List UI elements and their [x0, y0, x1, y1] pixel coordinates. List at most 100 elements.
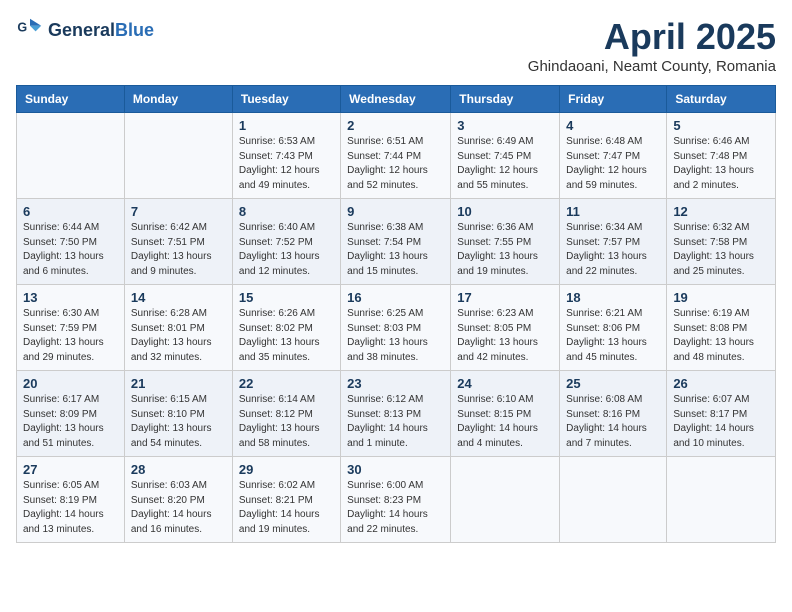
day-number: 29: [239, 462, 334, 477]
header-cell-thursday: Thursday: [451, 86, 560, 113]
day-number: 18: [566, 290, 660, 305]
day-cell: [667, 457, 776, 543]
day-cell: 3Sunrise: 6:49 AM Sunset: 7:45 PM Daylig…: [451, 113, 560, 199]
day-cell: 16Sunrise: 6:25 AM Sunset: 8:03 PM Dayli…: [341, 285, 451, 371]
day-number: 10: [457, 204, 553, 219]
day-info: Sunrise: 6:40 AM Sunset: 7:52 PM Dayligh…: [239, 221, 334, 279]
week-row-2: 6 Sunrise: 6:44 AM Sunset: 7:50 PM Daylig…: [17, 199, 776, 285]
day-number: 5: [673, 118, 769, 133]
day-cell: 7 Sunrise: 6:42 AM Sunset: 7:51 PM Daylig…: [124, 199, 232, 285]
header-cell-friday: Friday: [560, 86, 667, 113]
day-cell: 28 Sunrise: 6:03 AM Sunset: 8:20 PM Dayli…: [124, 457, 232, 543]
logo-general: General: [48, 20, 115, 40]
day-info: Sunrise: 6:23 AM Sunset: 8:05 PM Dayligh…: [457, 307, 553, 365]
day-number: 2: [347, 118, 444, 133]
day-cell: 12 Sunrise: 6:32 AM Sunset: 7:58 PM Dayli…: [667, 199, 776, 285]
header: G GeneralBlue April 2025 Ghindaoani, Nea…: [16, 16, 776, 75]
week-row-1: 1 Sunrise: 6:53 AM Sunset: 7:43 PM Daylig…: [17, 113, 776, 199]
day-cell: [560, 457, 667, 543]
day-cell: 1 Sunrise: 6:53 AM Sunset: 7:43 PM Daylig…: [232, 113, 340, 199]
day-number: 23: [347, 376, 444, 391]
day-number: 28: [131, 462, 226, 477]
day-cell: 2 Sunrise: 6:51 AM Sunset: 7:44 PM Daylig…: [341, 113, 451, 199]
day-info: Sunrise: 6:28 AM Sunset: 8:01 PM Dayligh…: [131, 307, 226, 365]
day-info: Sunrise: 6:26 AM Sunset: 8:02 PM Dayligh…: [239, 307, 334, 365]
day-number: 1: [239, 118, 334, 133]
day-number: 6: [23, 204, 118, 219]
day-number: 4: [566, 118, 660, 133]
logo-text: GeneralBlue: [48, 20, 154, 41]
week-row-4: 20 Sunrise: 6:17 AM Sunset: 8:09 PM Dayli…: [17, 371, 776, 457]
day-info: Sunrise: 6:53 AM Sunset: 7:43 PM Dayligh…: [239, 135, 334, 193]
day-info: Sunrise: 6:02 AM Sunset: 8:21 PM Dayligh…: [239, 479, 334, 537]
calendar-subtitle: Ghindaoani, Neamt County, Romania: [528, 58, 776, 75]
header-cell-saturday: Saturday: [667, 86, 776, 113]
day-info: Sunrise: 6:30 AM Sunset: 7:59 PM Dayligh…: [23, 307, 118, 365]
day-info: Sunrise: 6:34 AM Sunset: 7:57 PM Dayligh…: [566, 221, 660, 279]
day-cell: 20 Sunrise: 6:17 AM Sunset: 8:09 PM Dayli…: [17, 371, 125, 457]
week-row-3: 13 Sunrise: 6:30 AM Sunset: 7:59 PM Dayli…: [17, 285, 776, 371]
day-cell: 19 Sunrise: 6:19 AM Sunset: 8:08 PM Dayli…: [667, 285, 776, 371]
day-info: Sunrise: 6:03 AM Sunset: 8:20 PM Dayligh…: [131, 479, 226, 537]
day-number: 13: [23, 290, 118, 305]
day-info: Sunrise: 6:49 AM Sunset: 7:45 PM Dayligh…: [457, 135, 553, 193]
day-info: Sunrise: 6:36 AM Sunset: 7:55 PM Dayligh…: [457, 221, 553, 279]
day-info: Sunrise: 6:42 AM Sunset: 7:51 PM Dayligh…: [131, 221, 226, 279]
logo: G GeneralBlue: [16, 16, 154, 44]
day-cell: [124, 113, 232, 199]
calendar-table: SundayMondayTuesdayWednesdayThursdayFrid…: [16, 85, 776, 543]
day-cell: 25Sunrise: 6:08 AM Sunset: 8:16 PM Dayli…: [560, 371, 667, 457]
day-number: 9: [347, 204, 444, 219]
day-number: 15: [239, 290, 334, 305]
day-number: 22: [239, 376, 334, 391]
day-info: Sunrise: 6:19 AM Sunset: 8:08 PM Dayligh…: [673, 307, 769, 365]
day-info: Sunrise: 6:46 AM Sunset: 7:48 PM Dayligh…: [673, 135, 769, 193]
header-row: SundayMondayTuesdayWednesdayThursdayFrid…: [17, 86, 776, 113]
day-number: 19: [673, 290, 769, 305]
day-number: 30: [347, 462, 444, 477]
day-info: Sunrise: 6:07 AM Sunset: 8:17 PM Dayligh…: [673, 393, 769, 451]
day-info: Sunrise: 6:21 AM Sunset: 8:06 PM Dayligh…: [566, 307, 660, 365]
title-area: April 2025 Ghindaoani, Neamt County, Rom…: [528, 16, 776, 75]
day-cell: 17 Sunrise: 6:23 AM Sunset: 8:05 PM Dayli…: [451, 285, 560, 371]
day-cell: 14Sunrise: 6:28 AM Sunset: 8:01 PM Dayli…: [124, 285, 232, 371]
day-info: Sunrise: 6:00 AM Sunset: 8:23 PM Dayligh…: [347, 479, 444, 537]
day-cell: 30 Sunrise: 6:00 AM Sunset: 8:23 PM Dayli…: [341, 457, 451, 543]
day-cell: 13 Sunrise: 6:30 AM Sunset: 7:59 PM Dayli…: [17, 285, 125, 371]
day-info: Sunrise: 6:44 AM Sunset: 7:50 PM Dayligh…: [23, 221, 118, 279]
day-number: 7: [131, 204, 226, 219]
day-number: 20: [23, 376, 118, 391]
day-number: 24: [457, 376, 553, 391]
header-cell-wednesday: Wednesday: [341, 86, 451, 113]
day-info: Sunrise: 6:17 AM Sunset: 8:09 PM Dayligh…: [23, 393, 118, 451]
day-cell: 4 Sunrise: 6:48 AM Sunset: 7:47 PM Daylig…: [560, 113, 667, 199]
header-cell-monday: Monday: [124, 86, 232, 113]
day-number: 25: [566, 376, 660, 391]
day-info: Sunrise: 6:38 AM Sunset: 7:54 PM Dayligh…: [347, 221, 444, 279]
day-cell: [17, 113, 125, 199]
day-cell: 8Sunrise: 6:40 AM Sunset: 7:52 PM Daylig…: [232, 199, 340, 285]
day-cell: 5 Sunrise: 6:46 AM Sunset: 7:48 PM Daylig…: [667, 113, 776, 199]
day-number: 11: [566, 204, 660, 219]
day-info: Sunrise: 6:32 AM Sunset: 7:58 PM Dayligh…: [673, 221, 769, 279]
day-number: 27: [23, 462, 118, 477]
day-number: 12: [673, 204, 769, 219]
day-info: Sunrise: 6:15 AM Sunset: 8:10 PM Dayligh…: [131, 393, 226, 451]
week-row-5: 27Sunrise: 6:05 AM Sunset: 8:19 PM Dayli…: [17, 457, 776, 543]
day-cell: 23 Sunrise: 6:12 AM Sunset: 8:13 PM Dayli…: [341, 371, 451, 457]
day-number: 17: [457, 290, 553, 305]
day-info: Sunrise: 6:48 AM Sunset: 7:47 PM Dayligh…: [566, 135, 660, 193]
day-info: Sunrise: 6:12 AM Sunset: 8:13 PM Dayligh…: [347, 393, 444, 451]
day-number: 16: [347, 290, 444, 305]
header-cell-tuesday: Tuesday: [232, 86, 340, 113]
day-cell: 18 Sunrise: 6:21 AM Sunset: 8:06 PM Dayli…: [560, 285, 667, 371]
calendar-title: April 2025: [528, 16, 776, 58]
day-cell: 15 Sunrise: 6:26 AM Sunset: 8:02 PM Dayli…: [232, 285, 340, 371]
day-info: Sunrise: 6:51 AM Sunset: 7:44 PM Dayligh…: [347, 135, 444, 193]
day-cell: 22Sunrise: 6:14 AM Sunset: 8:12 PM Dayli…: [232, 371, 340, 457]
day-cell: 11 Sunrise: 6:34 AM Sunset: 7:57 PM Dayli…: [560, 199, 667, 285]
day-info: Sunrise: 6:10 AM Sunset: 8:15 PM Dayligh…: [457, 393, 553, 451]
calendar-header: SundayMondayTuesdayWednesdayThursdayFrid…: [17, 86, 776, 113]
day-number: 21: [131, 376, 226, 391]
day-cell: 27Sunrise: 6:05 AM Sunset: 8:19 PM Dayli…: [17, 457, 125, 543]
